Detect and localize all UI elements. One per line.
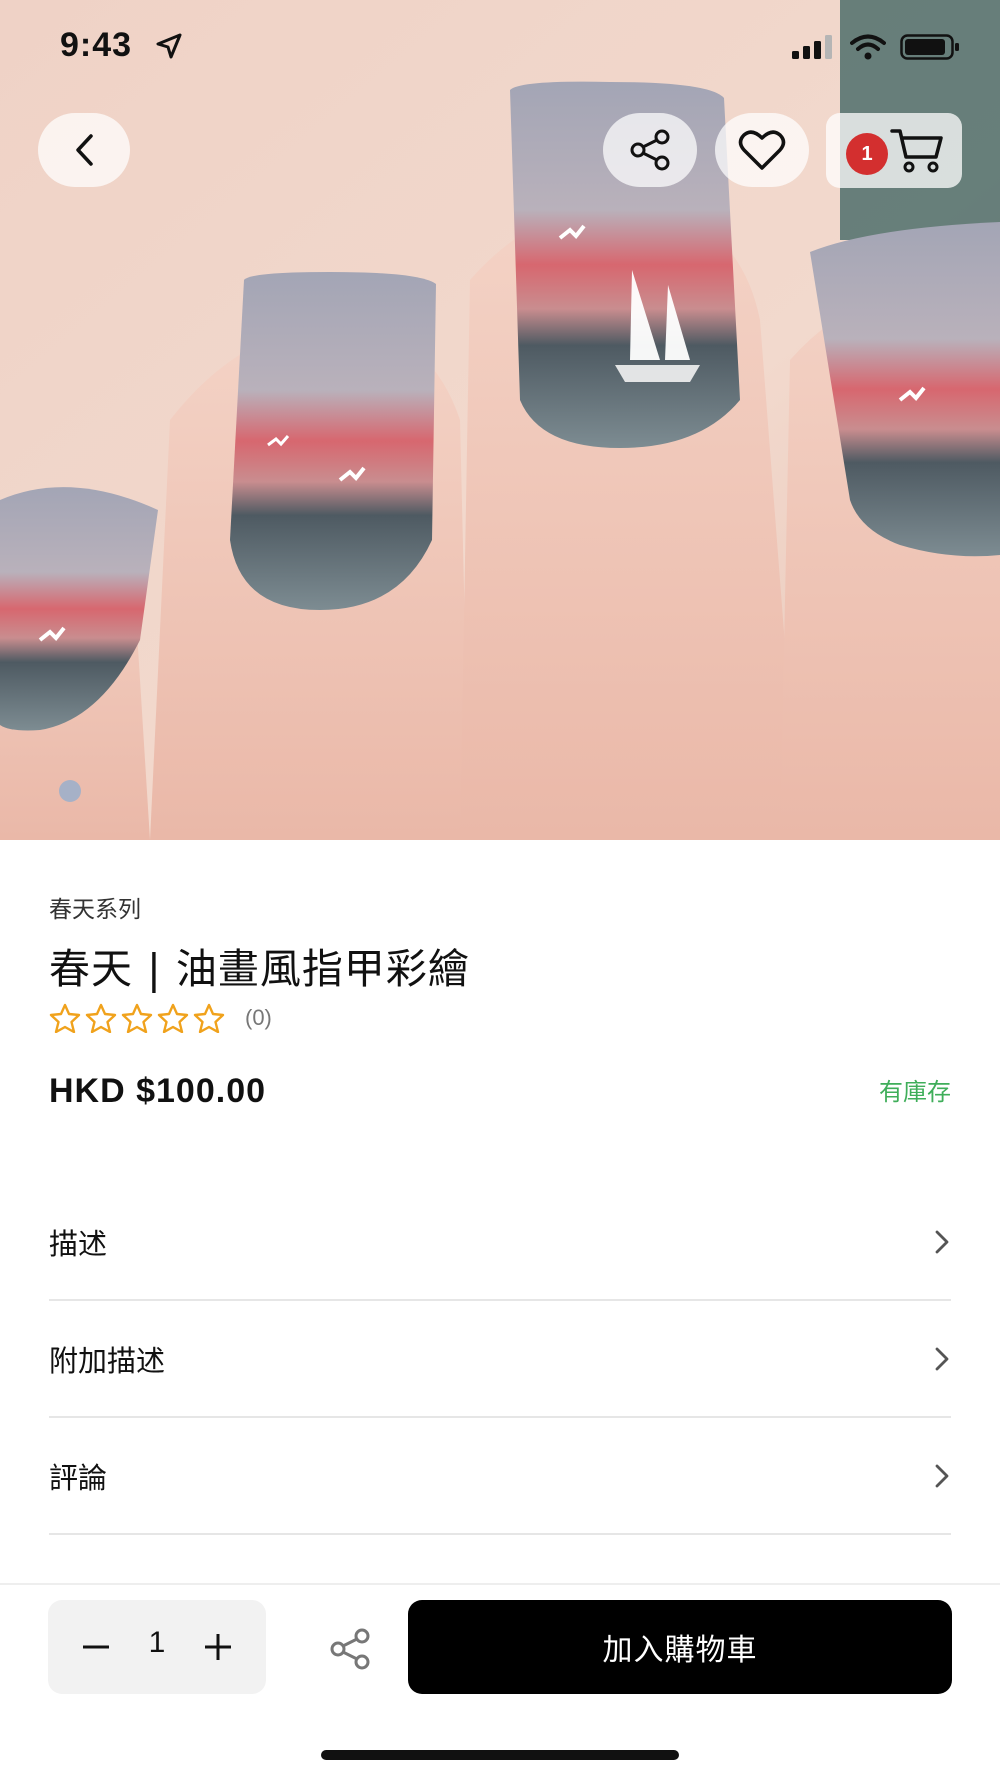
row-label: 附加描述: [49, 1343, 166, 1378]
stock-status: 有庫存: [879, 1078, 951, 1106]
share-button[interactable]: [603, 113, 697, 187]
quantity-stepper: 1: [48, 1600, 266, 1694]
wifi-icon: [850, 34, 886, 60]
back-button[interactable]: [38, 113, 130, 187]
chevron-right-icon: [935, 1347, 949, 1370]
star-icon: [85, 1003, 117, 1033]
reviews-row[interactable]: 評論: [49, 1418, 951, 1535]
increase-quantity-button[interactable]: [188, 1617, 248, 1677]
carousel-page-indicator[interactable]: [59, 780, 81, 802]
add-to-cart-button[interactable]: 加入購物車: [408, 1600, 952, 1694]
star-icon: [49, 1003, 81, 1033]
location-arrow-icon: [156, 33, 182, 59]
star-icon: [193, 1003, 225, 1033]
share-icon: [630, 129, 670, 171]
decrease-quantity-button[interactable]: [66, 1617, 126, 1677]
product-price: HKD $100.00: [49, 1072, 267, 1110]
quantity-value[interactable]: 1: [140, 1626, 174, 1660]
share-icon: [330, 1628, 370, 1670]
row-label: 描述: [49, 1226, 108, 1261]
product-title: 春天 | 油畫風指甲彩繪: [49, 945, 470, 993]
rating-count: (0): [245, 1005, 272, 1030]
battery-icon: [900, 34, 959, 60]
bottom-share-button[interactable]: [322, 1624, 378, 1674]
bottom-bar-divider: [0, 1583, 1000, 1585]
product-series: 春天系列: [49, 897, 141, 923]
cellular-signal-icon: [792, 35, 832, 59]
heart-icon: [738, 130, 786, 170]
home-indicator[interactable]: [321, 1750, 679, 1760]
cart-count-badge: 1: [846, 133, 888, 175]
row-label: 評論: [49, 1460, 108, 1495]
plus-icon: [205, 1634, 231, 1660]
star-icon: [121, 1003, 153, 1033]
cart-icon: [890, 129, 943, 173]
cart-button[interactable]: 1: [826, 113, 962, 188]
chevron-left-icon: [76, 134, 93, 166]
status-time: 9:43: [60, 26, 133, 64]
chevron-right-icon: [935, 1230, 949, 1253]
chevron-right-icon: [935, 1464, 949, 1487]
favorite-button[interactable]: [715, 113, 809, 187]
star-icon: [157, 1003, 189, 1033]
description-row[interactable]: 描述: [49, 1184, 951, 1301]
product-rating[interactable]: (0): [49, 1003, 272, 1033]
status-bar: 9:43: [0, 0, 1000, 100]
additional-description-row[interactable]: 附加描述: [49, 1301, 951, 1418]
minus-icon: [83, 1645, 109, 1649]
